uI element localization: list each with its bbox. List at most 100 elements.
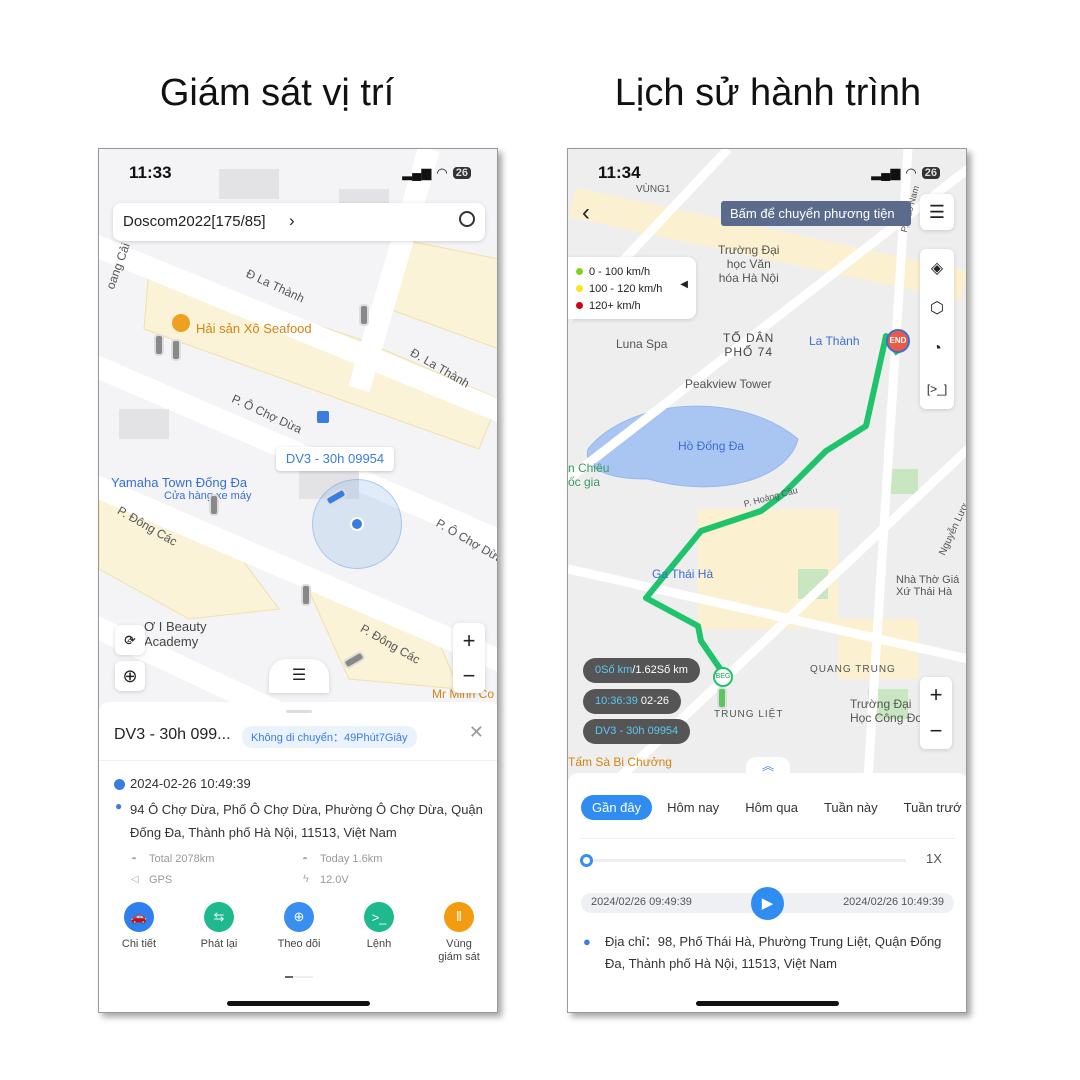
divider (99, 760, 497, 761)
tab-period[interactable]: Tuần này (813, 795, 889, 820)
drag-handle[interactable] (286, 710, 312, 713)
map-label: Luna Spa (616, 337, 668, 351)
zoom-in-button[interactable]: + (920, 677, 952, 713)
locate-button[interactable]: ⊕ (115, 661, 145, 691)
chevron-right-icon: › (289, 211, 295, 230)
map[interactable]: oang Cải Đ La Thành Hải sản Xô Seafood Đ… (99, 149, 497, 779)
action-2[interactable]: ⊕ Theo dõi (259, 902, 339, 964)
menu-icon: ☰ (291, 667, 307, 684)
map-label: Peakview Tower (685, 377, 772, 391)
map-label: n Chiêu ốc gia (568, 461, 610, 489)
odometer-icon: ◓ (302, 854, 309, 865)
status-badge: Không di chuyển：49Phút7Giây (242, 726, 417, 748)
end-time: 2024/02/26 10:49:39 (843, 896, 944, 908)
tab-period[interactable]: Gần đây (581, 795, 653, 820)
map-label: Hồ Đống Đa (678, 439, 745, 453)
action-3[interactable]: >_ Lệnh (339, 902, 419, 964)
action-label: Phát lại (200, 938, 238, 950)
refresh-button[interactable]: ⟳ 2 (115, 625, 145, 655)
odometer-icon: ◓ (131, 854, 138, 865)
menu-button[interactable]: ☰ (920, 194, 954, 230)
action-label: Vùng giám sát (438, 938, 480, 963)
vehicle-marker[interactable] (154, 334, 164, 356)
map-label-poi: Hải sản Xô Seafood (196, 321, 312, 336)
legend-dot (576, 268, 583, 275)
legend-label: 120+ km/h (589, 299, 641, 312)
action-0[interactable]: 🚗 Chi tiết (99, 902, 179, 964)
speedometer-icon[interactable]: ◔ (920, 329, 954, 369)
vehicle-pill[interactable]: DV3 - 30h 09954 (583, 719, 691, 744)
playback-time: 10:36:39 (595, 695, 638, 707)
action-1[interactable]: ⇆ Phát lại (179, 902, 259, 964)
divider (580, 838, 955, 839)
status-bar: 11:33 ▂▄▆ ◠ 26 (99, 163, 497, 183)
map[interactable]: VÙNG1 P. Hào Nam Trường Đại học Văn hóa … (568, 149, 966, 779)
page-indicator (285, 976, 313, 978)
total-distance: Total 2078km (149, 853, 215, 865)
action-label: Lệnh (366, 938, 392, 950)
location-pin-icon: ● (115, 799, 123, 813)
collapse-legend-icon[interactable]: ◀ (680, 279, 688, 290)
vehicle-marker[interactable] (359, 304, 369, 326)
vehicle-marker (717, 687, 727, 709)
map-label: Ga Thái Hà (652, 567, 714, 581)
zoom-out-button[interactable]: − (453, 658, 485, 693)
legend-dot (576, 302, 583, 309)
vehicle-marker[interactable] (301, 584, 311, 606)
settings-hexagon-icon[interactable]: ⬡ (920, 289, 954, 329)
zoom-out-button[interactable]: − (920, 713, 952, 749)
action-label: Chi tiết (121, 938, 157, 950)
play-icon: ▶ (761, 895, 774, 912)
playback-address: Địa chỉ：98, Phố Thái Hà, Phường Trung Li… (605, 934, 942, 971)
search-icon[interactable] (459, 211, 475, 227)
vehicle-info-panel: DV3 - 30h 099... Không di chuyển：49Phút7… (99, 702, 497, 1012)
home-indicator (696, 1001, 839, 1006)
layers-icon[interactable]: ◈ (920, 249, 954, 289)
terminal-icon: >_ (364, 902, 394, 932)
switch-vehicle-tooltip[interactable]: Bấm để chuyển phương tiện (721, 201, 911, 226)
speed-multiplier[interactable]: 1X (926, 851, 942, 866)
tab-period[interactable]: Tuần trướ (893, 795, 966, 820)
vehicle-name: DV3 - 30h 09954 (595, 725, 679, 737)
account-selector[interactable]: Doscom2022[175/85] › (113, 203, 485, 241)
play-button[interactable]: ▶ (751, 887, 784, 920)
battery-icon: 26 (921, 167, 940, 179)
speed-legend[interactable]: 0 - 100 km/h 100 - 120 km/h 120+ km/h ◀ (568, 257, 696, 319)
current-location-dot (350, 517, 364, 531)
vehicle-marker[interactable] (171, 339, 181, 361)
status-time: 11:34 (598, 163, 641, 182)
zoom-controls: + − (920, 677, 952, 749)
tab-period[interactable]: Hôm qua (734, 795, 809, 820)
period-tabs: Gần đây Hôm nay Hôm qua Tuần này Tuần trướ (581, 795, 966, 820)
terminal-icon[interactable]: [>_] (920, 369, 954, 409)
map-label: Trường Đại học Văn hóa Hà Nội (718, 243, 780, 285)
vehicle-address: 94 Ô Chợ Dừa, Phố Ô Chợ Dừa, Phường Ô Ch… (130, 802, 483, 840)
map-label-poi: Ơ I Beauty Academy (144, 619, 207, 649)
playback-slider[interactable] (580, 854, 906, 867)
vehicle-marker[interactable] (209, 494, 219, 516)
list-toggle-button[interactable]: ☰ (269, 659, 329, 693)
hamburger-icon: ☰ (928, 202, 946, 222)
legend-dot (576, 285, 583, 292)
heading-trip-history: Lịch sử hành trình (614, 72, 922, 114)
signal-icon: ▂▄▆ (402, 165, 432, 180)
distance-pill: 0Số km/1.62Số km (583, 658, 700, 683)
map-tools: ◈ ⬡ ◔ [>_] (920, 249, 954, 409)
signal-icon: ▂▄▆ (871, 165, 901, 180)
vehicle-popup[interactable]: DV3 - 30h 09954 (276, 447, 394, 471)
back-button[interactable]: ‹ (582, 199, 590, 227)
phone-trip-history: VÙNG1 P. Hào Nam Trường Đại học Văn hóa … (567, 148, 967, 1013)
zoom-in-button[interactable]: + (453, 623, 485, 658)
voltage: 12.0V (320, 874, 349, 886)
last-update: 2024-02-26 10:49:39 (130, 776, 251, 791)
tab-period[interactable]: Hôm nay (656, 795, 730, 820)
legend-item: 120+ km/h (576, 297, 688, 314)
map-label: TRUNG LIỆT (714, 709, 784, 720)
battery-icon: 26 (452, 167, 471, 179)
close-icon[interactable]: ✕ (469, 722, 484, 743)
action-4[interactable]: ⫴ Vùng giám sát (419, 902, 497, 964)
legend-label: 0 - 100 km/h (589, 265, 651, 278)
wifi-icon: ◠ (905, 165, 917, 180)
bus-stop-icon (317, 411, 329, 423)
slider-thumb[interactable] (580, 854, 593, 867)
